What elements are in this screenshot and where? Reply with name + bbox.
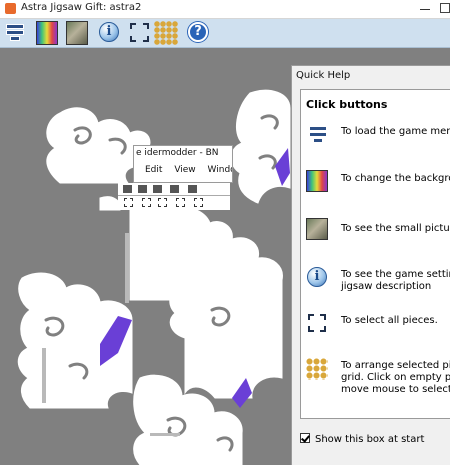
select-all-icon (306, 312, 328, 334)
help-item-text: To change the backgro (341, 173, 450, 184)
maximize-button[interactable] (440, 3, 450, 13)
quick-help-body: Click buttons To load the game men To ch… (300, 89, 450, 419)
fragment-menu: Edit View Window (145, 165, 232, 175)
picture-icon[interactable] (66, 21, 88, 45)
info-icon[interactable]: i (97, 21, 121, 45)
fragment-menu-window: Window (207, 165, 232, 175)
fragment-title: e idermodder - BN (136, 148, 219, 158)
select-all-icon[interactable] (128, 21, 152, 45)
grey-strip (42, 348, 46, 403)
menu-icon (306, 123, 328, 145)
help-item-text: To select all pieces. (341, 315, 438, 326)
grey-strip (150, 433, 180, 436)
help-icon[interactable]: ? (186, 21, 210, 45)
quick-help-heading: Click buttons (306, 98, 388, 111)
toolbar: i ? (0, 19, 450, 48)
fragment-menu-edit: Edit (145, 165, 163, 175)
puzzle-image-window-fragment: e idermodder - BN Edit View Window (133, 145, 233, 183)
jigsaw-piece (230, 89, 291, 204)
grey-strip (125, 233, 129, 303)
picture-icon (306, 218, 328, 240)
arrange-icon[interactable] (154, 21, 178, 45)
help-item-text: To see the small pictur (341, 223, 450, 234)
show-at-start-option[interactable]: Show this box at start (300, 433, 424, 445)
fragment-menu-view: View (174, 165, 196, 175)
fragment-toolbar (118, 183, 230, 196)
minimize-button[interactable] (412, 0, 436, 18)
show-at-start-checkbox[interactable] (300, 433, 310, 443)
app-icon (5, 3, 16, 14)
help-item-text: To see the game settin jigsaw descriptio… (341, 269, 450, 292)
quick-help-title: Quick Help (296, 70, 351, 81)
help-item-text: To arrange selected pi grid. Click on em… (341, 360, 450, 395)
background-icon[interactable] (36, 21, 58, 45)
info-icon: i (306, 266, 328, 288)
arrange-icon (306, 358, 328, 380)
show-at-start-label: Show this box at start (315, 434, 425, 445)
window-title: Astra Jigsaw Gift: astra2 (21, 2, 142, 13)
title-bar: Astra Jigsaw Gift: astra2 (0, 0, 450, 19)
fragment-toolbar-2 (118, 196, 230, 210)
menu-icon[interactable] (2, 21, 26, 45)
help-item-text: To load the game men (341, 126, 450, 137)
quick-help-panel: Quick Help Click buttons To load the gam… (291, 65, 450, 465)
background-icon (306, 170, 328, 192)
